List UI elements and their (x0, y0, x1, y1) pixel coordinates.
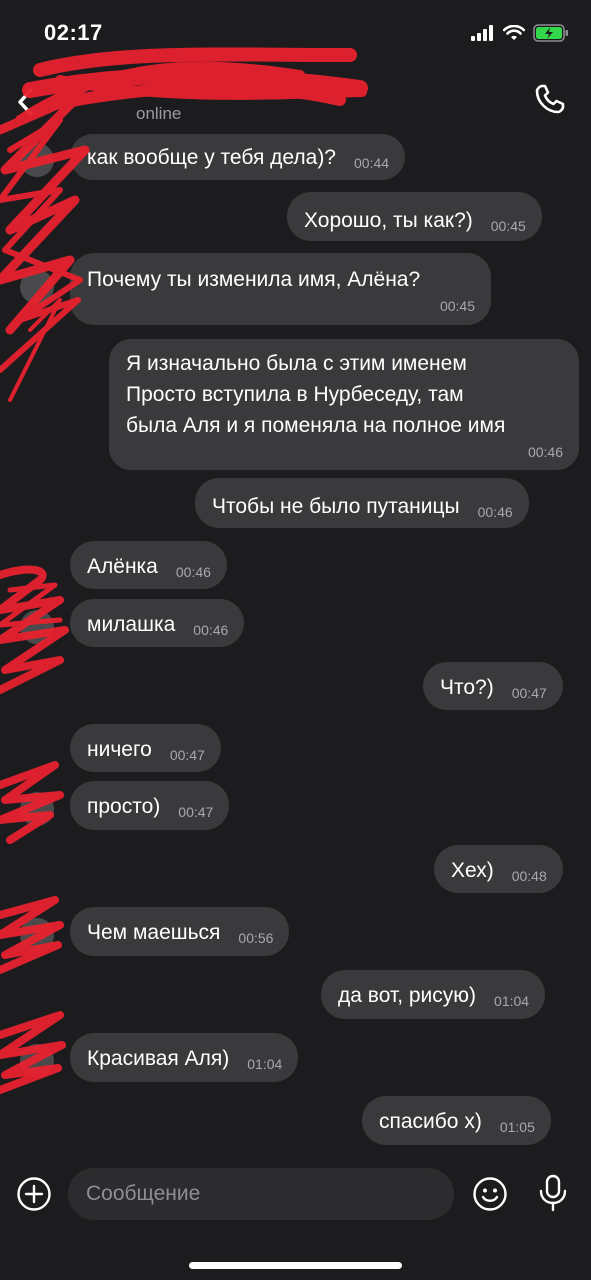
message-text: Алёнка (87, 555, 158, 578)
message-bubble-outgoing[interactable]: спасибо х) 01:05 (362, 1096, 551, 1145)
message-text: Хех) (451, 859, 494, 882)
message-bubble-incoming[interactable]: Почему ты изменила имя, Алёна? 00:45 (70, 253, 491, 325)
avatar[interactable] (20, 792, 54, 826)
avatar[interactable] (20, 270, 54, 304)
message-text: Чтобы не было путаницы (212, 495, 460, 518)
message-time: 00:47 (169, 747, 205, 763)
microphone-icon[interactable] (536, 1174, 570, 1212)
message-time: 00:45 (439, 298, 475, 314)
message-bubble-incoming[interactable]: Чем маешься 00:56 (70, 907, 290, 956)
message-bubble-incoming[interactable]: просто) 00:47 (70, 781, 230, 830)
message-time: 00:47 (178, 804, 214, 820)
message-bubble-incoming[interactable]: милашка 00:46 (70, 599, 245, 647)
message-time: 00:48 (511, 868, 547, 884)
message-time: 01:04 (247, 1056, 283, 1072)
message-text: Я изначально была с этим именем Просто в… (126, 352, 506, 437)
message-list: как вообще у тебя дела)? 00:44 Хорошо, ты… (0, 0, 591, 1280)
message-text: спасибо х) (379, 1110, 482, 1133)
avatar[interactable] (20, 1044, 54, 1078)
message-time: 00:46 (175, 564, 211, 580)
message-time: 00:56 (238, 930, 274, 946)
message-input[interactable] (68, 1168, 454, 1220)
message-text: Чем маешься (87, 921, 221, 944)
message-text: Что?) (440, 676, 494, 699)
message-text: милашка (87, 613, 176, 636)
message-composer (0, 1162, 591, 1232)
message-time: 00:45 (490, 218, 526, 234)
message-time: 01:05 (499, 1119, 535, 1135)
message-bubble-incoming[interactable]: Красивая Аля) 01:04 (70, 1033, 299, 1082)
message-bubble-outgoing[interactable]: да вот, рисую) 01:04 (321, 970, 546, 1019)
message-time: 00:46 (477, 504, 513, 520)
message-time: 01:04 (494, 993, 530, 1009)
message-bubble-incoming[interactable]: ничего 00:47 (70, 724, 221, 772)
message-bubble-outgoing[interactable]: Чтобы не было путаницы 00:46 (195, 478, 529, 528)
avatar[interactable] (20, 143, 54, 177)
message-text: ничего (87, 738, 152, 761)
message-text: Красивая Аля) (87, 1047, 230, 1070)
avatar[interactable] (20, 610, 54, 644)
message-time: 00:46 (527, 444, 563, 460)
message-text: Почему ты изменила имя, Алёна? (87, 268, 421, 291)
message-bubble-incoming[interactable]: как вообще у тебя дела)? 00:44 (70, 134, 406, 180)
message-bubble-outgoing[interactable]: Хорошо, ты как?) 00:45 (287, 192, 542, 241)
message-bubble-incoming[interactable]: Алёнка 00:46 (70, 541, 227, 589)
message-text: Хорошо, ты как?) (304, 209, 473, 232)
message-time: 00:44 (354, 155, 390, 171)
message-text: просто) (87, 795, 161, 818)
message-bubble-outgoing[interactable]: Что?) 00:47 (423, 662, 563, 710)
message-text: как вообще у тебя дела)? (87, 146, 336, 169)
message-time: 00:46 (193, 622, 229, 638)
avatar[interactable] (20, 918, 54, 952)
home-indicator[interactable] (189, 1262, 402, 1269)
plus-circle-icon[interactable] (16, 1176, 52, 1212)
message-time: 00:47 (511, 685, 547, 701)
message-bubble-outgoing[interactable]: Хех) 00:48 (434, 845, 563, 893)
message-bubble-outgoing[interactable]: Я изначально была с этим именем Просто в… (109, 339, 579, 470)
smiley-icon[interactable] (472, 1176, 508, 1212)
message-text: да вот, рисую) (338, 984, 477, 1007)
